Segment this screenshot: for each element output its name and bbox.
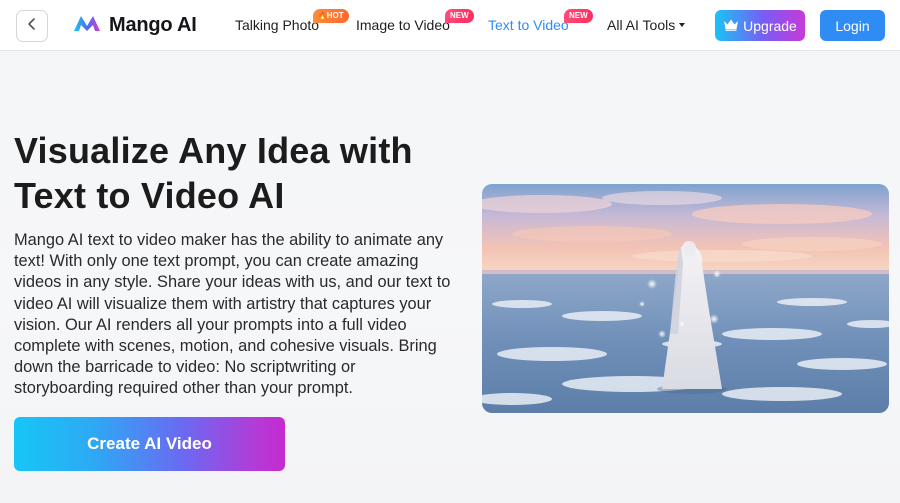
brand-logo[interactable]: Mango AI (72, 12, 197, 38)
nav-label: Text to Video (488, 17, 569, 33)
page-title: Visualize Any Idea with Text to Video AI (14, 130, 413, 216)
new-badge: NEW (445, 9, 474, 23)
login-label: Login (835, 17, 870, 34)
hero-description: Mango AI text to video maker has the abi… (14, 231, 451, 398)
chevron-left-icon (26, 17, 38, 36)
new-badge: NEW (564, 9, 593, 23)
create-ai-video-button[interactable]: Create AI Video (14, 417, 285, 471)
hot-badge: 🔥HOT (313, 9, 349, 23)
flame-icon: 🔥 (318, 13, 327, 20)
nav-label: All AI Tools (607, 17, 676, 33)
nav-label: Talking Photo (235, 17, 320, 33)
back-button[interactable] (16, 10, 48, 42)
crown-icon (723, 18, 739, 34)
hero-video-preview (482, 184, 889, 413)
logo-text: Mango AI (109, 13, 197, 36)
caret-down-icon (679, 23, 686, 28)
upgrade-button[interactable]: Upgrade (715, 10, 805, 41)
upgrade-label: Upgrade (743, 17, 797, 34)
nav-image-to-video[interactable]: Image to Video (356, 17, 450, 33)
login-button[interactable]: Login (820, 10, 885, 41)
nav-label: Image to Video (356, 17, 450, 33)
top-nav-bar: Mango AI Talking Photo 🔥HOT Image to Vid… (0, 0, 900, 51)
nav-text-to-video[interactable]: Text to Video (488, 17, 569, 33)
nav-all-ai-tools[interactable]: All AI Tools (607, 17, 686, 33)
beach-woman-illustration (482, 184, 889, 413)
cta-label: Create AI Video (87, 434, 212, 453)
nav-talking-photo[interactable]: Talking Photo (235, 17, 319, 33)
mango-logo-icon (72, 13, 102, 38)
